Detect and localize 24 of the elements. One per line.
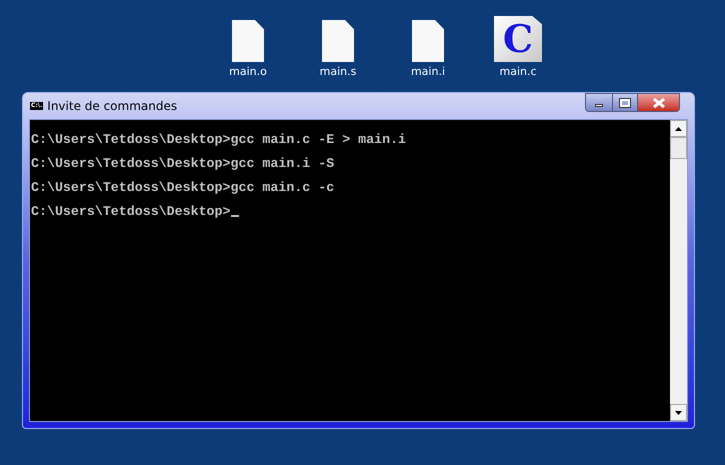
close-button[interactable] — [637, 94, 679, 111]
file-label[interactable]: main.i — [410, 66, 446, 77]
scroll-down-button[interactable] — [670, 404, 687, 421]
console-line: C:\Users\Tetdoss\Desktop> — [31, 204, 230, 218]
minimize-icon — [595, 104, 603, 107]
file-icon — [232, 20, 264, 62]
maximize-icon — [620, 98, 630, 106]
close-icon — [652, 98, 664, 108]
scroll-up-button[interactable] — [670, 120, 687, 137]
maximize-button[interactable] — [612, 94, 637, 111]
console-line: C:\Users\Tetdoss\Desktop>gcc main.c -c — [31, 180, 334, 194]
console-line: C:\Users\Tetdoss\Desktop>gcc main.c -E > main.i — [31, 132, 406, 146]
window-title: Invite de commandes — [47, 100, 178, 112]
console-line: C:\Users\Tetdoss\Desktop>gcc main.i -S — [31, 156, 334, 170]
down-arrow-icon — [675, 410, 682, 414]
minimize-button[interactable] — [586, 94, 612, 111]
file-label[interactable]: main.c — [499, 66, 537, 77]
scroll-thumb[interactable] — [670, 137, 687, 159]
file-label[interactable]: main.o — [229, 66, 267, 77]
file-icon — [412, 20, 444, 62]
file-icon — [322, 20, 354, 62]
up-arrow-icon — [675, 126, 682, 130]
file-label[interactable]: main.s — [320, 66, 356, 77]
c-file-icon: C — [494, 16, 542, 62]
